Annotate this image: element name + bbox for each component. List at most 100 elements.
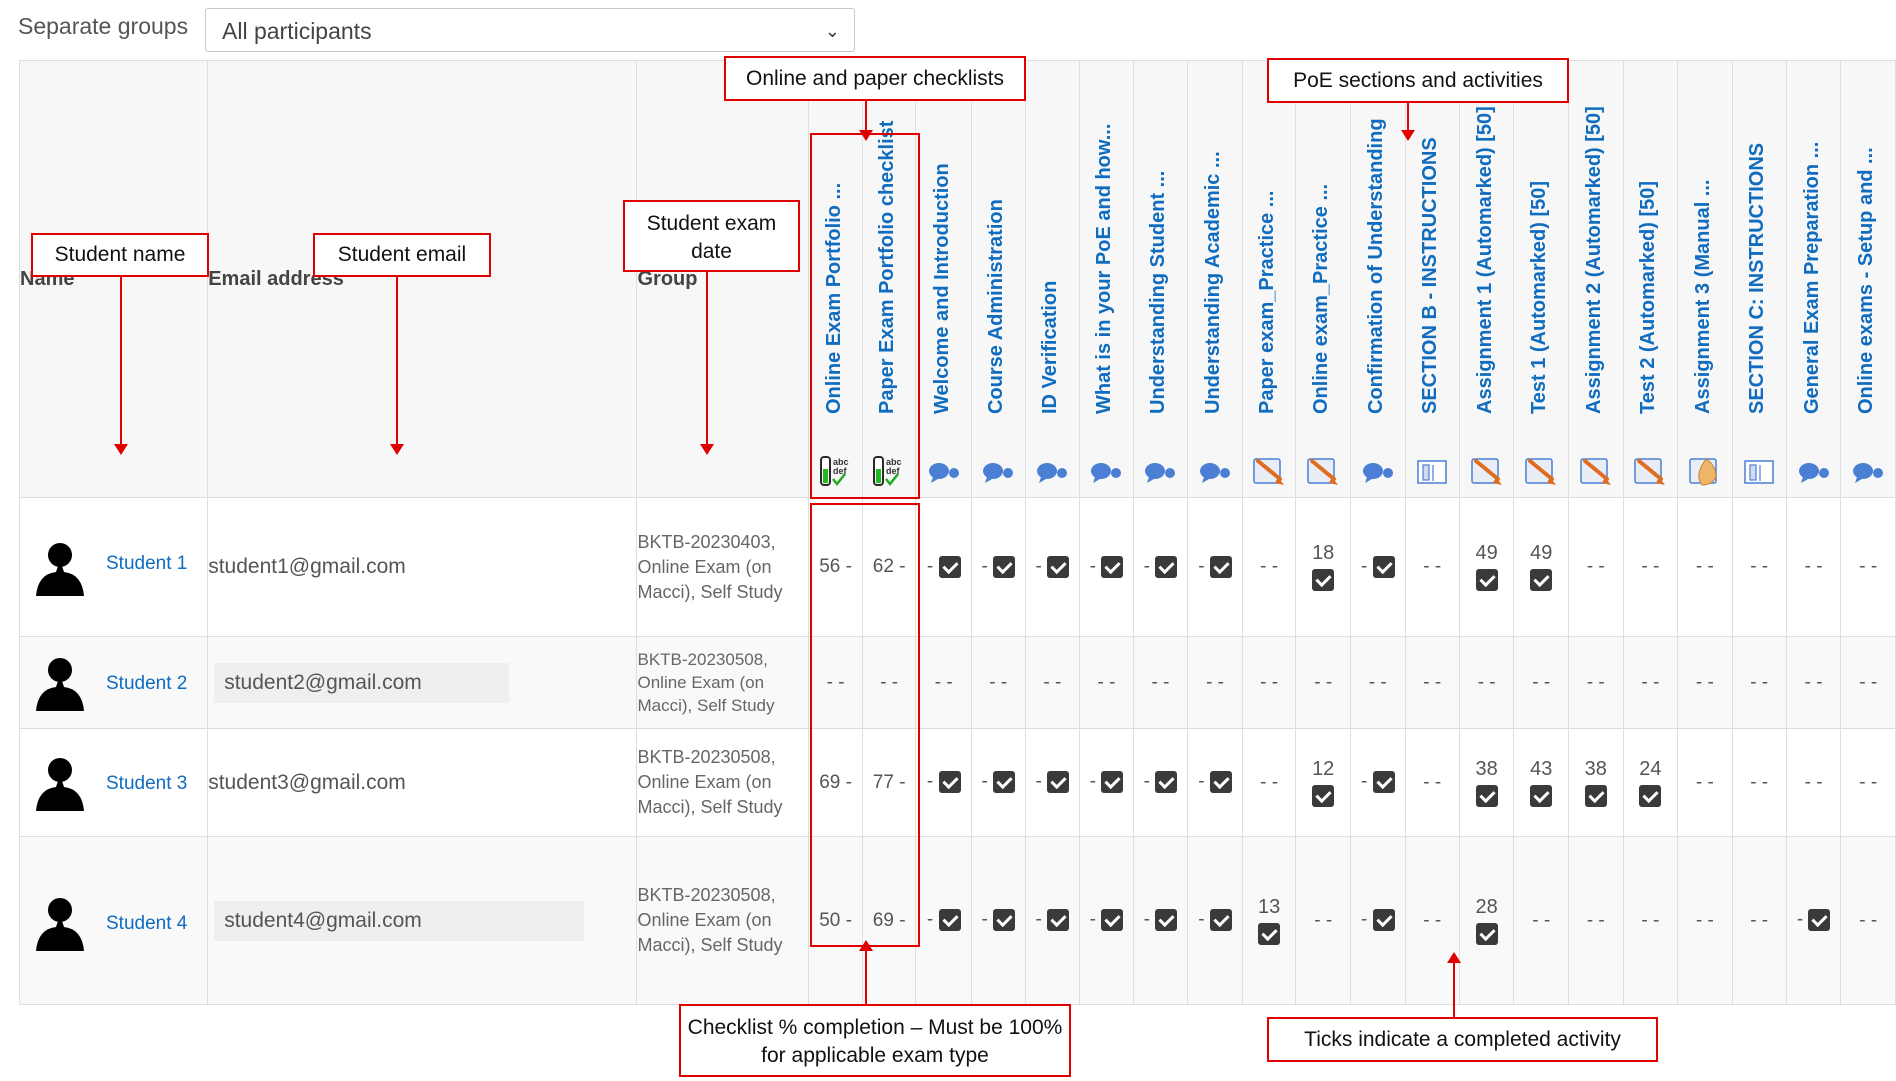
activity-header-label[interactable]: Welcome and Introduction [931,163,954,414]
completion-cell: - - [1349,636,1406,729]
completed-checkbox[interactable] [1808,909,1831,932]
completed-checkbox[interactable] [1155,771,1178,794]
arrow-checklist-completion [859,940,873,1004]
completion-cell: - - [1241,636,1297,729]
completed-checkbox[interactable] [938,555,961,578]
completed-checkbox[interactable] [1372,771,1395,794]
activity-header[interactable]: Test 2 (Automarked) [50] [1622,60,1679,498]
forum-icon [1797,451,1831,489]
activity-header[interactable]: Assignment 1 (Automarked) [50] [1458,60,1515,498]
student-name-link[interactable]: Student 2 [106,673,187,695]
student-name-link[interactable]: Student 4 [106,913,187,935]
completed-checkbox[interactable] [938,909,961,932]
completed-checkbox[interactable] [1209,555,1232,578]
completed-checkbox[interactable] [993,555,1016,578]
completed-checkbox[interactable] [1530,784,1553,807]
activity-header-label[interactable]: Understanding Student ... [1147,171,1170,414]
grade-value: 13 [1257,895,1281,918]
activity-header[interactable]: Understanding Academic ... [1187,60,1243,498]
activity-header-label[interactable]: General Exam Preparation ... [1801,142,1824,414]
activity-header[interactable]: SECTION C: INSTRUCTIONS [1731,60,1787,498]
completed-checkbox[interactable] [1101,555,1124,578]
activity-header-label[interactable]: Test 2 (Automarked) [50] [1637,181,1660,414]
completed-checkbox[interactable] [1372,909,1395,932]
completed-checkbox[interactable] [1047,909,1070,932]
activity-header-label[interactable]: Online exams - Setup and ... [1855,147,1878,414]
activity-header[interactable]: Course Administration [970,60,1026,498]
assignment-icon [1470,451,1504,489]
completed-checkbox[interactable] [1155,555,1178,578]
completed-checkbox[interactable] [1475,784,1498,807]
completed-checkbox[interactable] [993,771,1016,794]
activity-header-label[interactable]: What is in your PoE and how... [1093,124,1116,414]
activity-header-label[interactable]: Course Administration [985,199,1008,414]
completion-cell: - [1349,728,1406,837]
completed-checkbox[interactable] [1209,909,1232,932]
not-completed-marker: - - [1260,771,1279,793]
completed-checkbox[interactable] [1530,569,1553,592]
activity-header-label[interactable]: Understanding Academic ... [1202,151,1225,414]
activity-header-label[interactable]: ID Verification [1039,281,1062,414]
completed-checkbox[interactable] [1312,569,1335,592]
manual-assignment-icon [1688,451,1722,489]
checklist-header-frame [810,133,920,499]
activity-header[interactable]: Paper exam_Practice ... [1241,60,1297,498]
completed-checkbox[interactable] [1047,771,1070,794]
activity-header[interactable]: Welcome and Introduction [915,60,972,498]
completed-checkbox[interactable] [1639,784,1662,807]
activity-header[interactable]: What is in your PoE and how... [1079,60,1134,498]
completed-checkbox[interactable] [1209,771,1232,794]
completed-checkbox[interactable] [1312,784,1335,807]
student-name-link[interactable]: Student 1 [106,553,187,575]
activity-header-label[interactable]: Online exam_Practice ... [1310,184,1333,414]
not-completed-marker: - - [1423,671,1442,693]
completed-checkbox[interactable] [993,909,1016,932]
grade-value: 38 [1475,757,1498,780]
activity-header-label[interactable]: Assignment 2 (Automarked) [50] [1583,106,1606,414]
completed-checkbox[interactable] [1475,569,1498,592]
activity-header[interactable]: Online exam_Practice ... [1295,60,1351,498]
completed-checkbox[interactable] [1155,909,1178,932]
completed-checkbox[interactable] [1258,922,1281,945]
activity-header-label[interactable]: SECTION B - INSTRUCTIONS [1419,137,1442,414]
completed-checkbox[interactable] [1475,922,1498,945]
assignment-icon [1633,451,1667,489]
completed-checkbox[interactable] [938,771,961,794]
activity-header[interactable]: ID Verification [1024,60,1081,498]
activity-header[interactable]: Assignment 3 (Manual ... [1677,60,1733,498]
activity-header[interactable]: Confirmation of Understanding [1349,60,1406,498]
completed-checkbox[interactable] [1584,784,1607,807]
activity-header[interactable]: Online exams - Setup and ... [1840,60,1896,498]
completed-checkbox[interactable] [1101,771,1124,794]
student-name-link[interactable]: Student 3 [106,773,187,795]
completed-checkbox[interactable] [1372,555,1395,578]
completed-checkbox[interactable] [1047,555,1070,578]
completed-checkbox[interactable] [1101,909,1124,932]
activity-header-label[interactable]: Confirmation of Understanding [1365,118,1388,414]
activity-header-label[interactable]: SECTION C: INSTRUCTIONS [1746,143,1769,414]
activity-header[interactable]: Assignment 2 (Automarked) [50] [1568,60,1624,498]
avatar[interactable] [34,755,86,811]
activity-header[interactable]: Understanding Student ... [1132,60,1189,498]
group-select[interactable]: All participants ⌄ [205,8,855,52]
completion-cell: - - [1677,836,1733,1005]
completion-cell: 43 [1513,728,1570,837]
completion-cell: - - [1622,497,1679,637]
activity-header[interactable]: SECTION B - INSTRUCTIONS [1404,60,1460,498]
arrow-ticks [1447,952,1461,1017]
activity-header[interactable]: General Exam Preparation ... [1785,60,1842,498]
not-completed-marker: - - [1151,671,1170,693]
not-completed-marker: - - [1804,671,1823,693]
activity-header-label[interactable]: Test 1 (Automarked) [50] [1528,181,1551,414]
assignment-icon [1579,451,1613,489]
avatar[interactable] [34,895,86,951]
avatar[interactable] [34,540,86,596]
activity-header-label[interactable]: Assignment 1 (Automarked) [50] [1474,106,1497,414]
not-completed-marker: - - [1859,909,1878,931]
activity-header-label[interactable]: Paper exam_Practice ... [1256,191,1279,414]
dash: - [1143,909,1156,931]
avatar[interactable] [34,655,86,711]
activity-header-label[interactable]: Assignment 3 (Manual ... [1692,180,1715,414]
completion-cell: - [1132,836,1189,1005]
activity-header[interactable]: Test 1 (Automarked) [50] [1513,60,1570,498]
